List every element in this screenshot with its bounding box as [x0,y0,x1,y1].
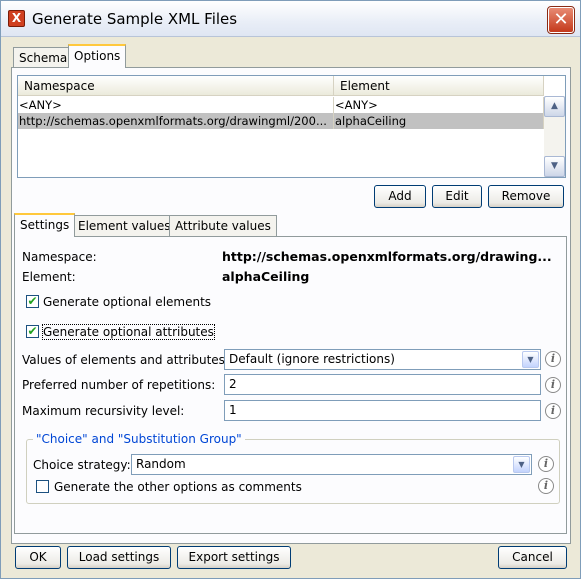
namespace-label: Namespace: [22,250,97,264]
tab-schema[interactable]: Schema [13,47,74,69]
element-value: alphaCeiling [222,269,310,284]
title-bar: X Generate Sample XML Files ✕ [1,1,580,37]
table-row-selected[interactable]: http://schemas.openxmlformats.org/drawin… [18,113,544,129]
cell-element: alphaCeiling [334,113,544,129]
namespace-element-table[interactable]: Namespace Element <ANY> <ANY> http://sch… [17,75,566,178]
values-label: Values of elements and attributes: [22,353,229,367]
recursivity-input[interactable]: 1 [224,400,541,421]
tab-element-values[interactable]: Element values [72,215,177,237]
chevron-down-icon[interactable]: ▼ [513,456,530,473]
generate-optional-elements-checkbox[interactable]: ✔ [26,295,39,308]
info-icon[interactable]: i [538,478,554,494]
dialog-window: X Generate Sample XML Files ✕ Schema Opt… [0,0,581,579]
info-icon[interactable]: i [545,403,561,419]
scroll-down-icon[interactable]: ▼ [544,156,565,177]
generate-other-options-label[interactable]: Generate the other options as comments [54,480,302,494]
group-title: "Choice" and "Substitution Group" [33,432,245,446]
edit-button[interactable]: Edit [432,185,482,208]
column-header-namespace[interactable]: Namespace [18,76,334,96]
choice-strategy-value: Random [136,457,186,471]
values-select[interactable]: Default (ignore restrictions) ▼ [224,349,541,370]
cancel-button[interactable]: Cancel [498,546,567,569]
tab-settings[interactable]: Settings [14,213,76,237]
choice-strategy-label: Choice strategy: [33,458,131,472]
choice-strategy-select[interactable]: Random ▼ [131,454,532,475]
table-header: Namespace Element [18,76,544,96]
generate-optional-attributes-label[interactable]: Generate optional attributes [42,324,215,340]
table-row[interactable]: <ANY> <ANY> [18,97,544,113]
add-button[interactable]: Add [374,185,426,208]
info-icon[interactable]: i [545,351,561,367]
generate-optional-elements-label[interactable]: Generate optional elements [43,295,211,309]
cell-namespace: <ANY> [18,97,334,113]
tab-attribute-values[interactable]: Attribute values [169,215,277,237]
recursivity-label: Maximum recursivity level: [22,404,185,418]
ok-button[interactable]: OK [15,546,61,569]
scroll-up-icon[interactable]: ▲ [544,96,565,117]
generate-other-options-checkbox[interactable] [36,480,49,493]
export-settings-button[interactable]: Export settings [177,546,291,569]
info-icon[interactable]: i [538,456,554,472]
remove-button[interactable]: Remove [488,185,564,208]
element-label: Element: [22,270,76,284]
table-scrollbar[interactable]: ▲ ▼ [544,96,565,177]
generate-optional-attributes-checkbox[interactable]: ✔ [26,325,39,338]
namespace-value: http://schemas.openxmlformats.org/drawin… [222,249,552,264]
column-header-element[interactable]: Element [334,76,544,96]
cell-element: <ANY> [334,97,544,113]
window-title: Generate Sample XML Files [32,10,238,28]
app-icon: X [8,10,25,27]
load-settings-button[interactable]: Load settings [67,546,171,569]
chevron-down-icon[interactable]: ▼ [522,351,539,368]
repetitions-label: Preferred number of repetitions: [22,378,216,392]
values-select-value: Default (ignore restrictions) [229,352,395,366]
repetitions-input[interactable]: 2 [224,374,541,395]
info-icon[interactable]: i [545,377,561,393]
cell-namespace: http://schemas.openxmlformats.org/drawin… [18,113,334,129]
tab-options[interactable]: Options [68,44,127,68]
close-button[interactable]: ✕ [547,6,575,34]
